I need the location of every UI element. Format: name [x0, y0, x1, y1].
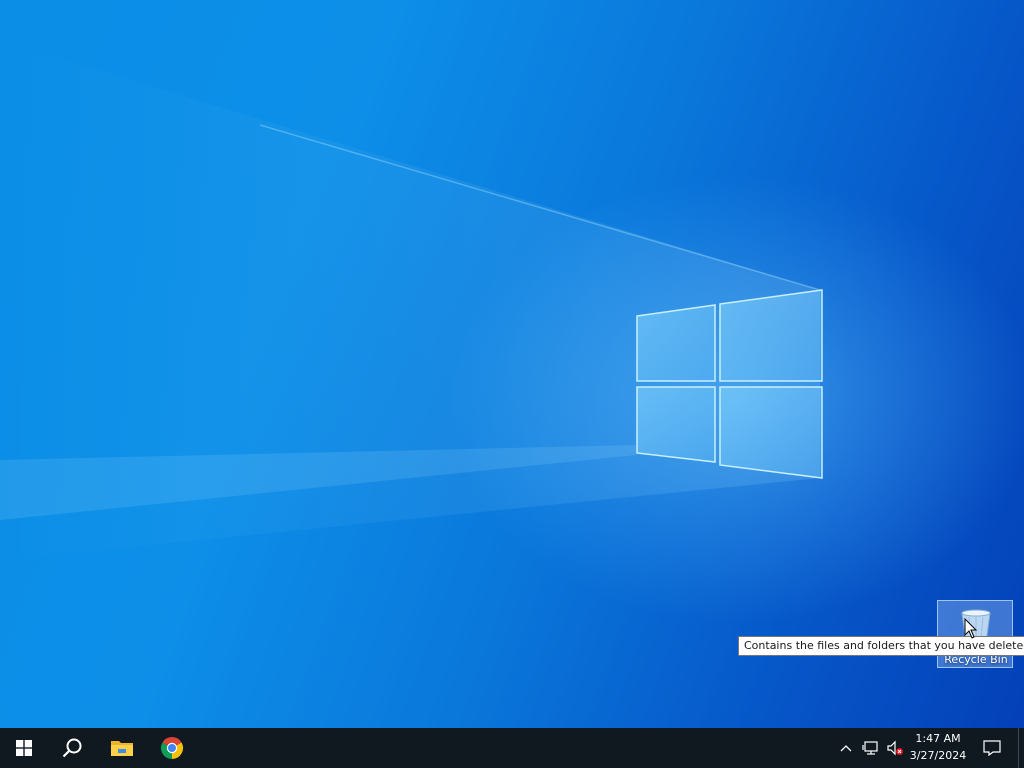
- taskbar-app-file-explorer[interactable]: [98, 728, 146, 768]
- show-desktop-button[interactable]: [1018, 728, 1024, 768]
- search-icon: [62, 738, 82, 758]
- taskbar: 1:47 AM 3/27/2024: [0, 728, 1024, 768]
- start-button[interactable]: [0, 728, 48, 768]
- action-center-icon: [983, 740, 1001, 756]
- action-center-button[interactable]: [978, 728, 1006, 768]
- tray-volume-button[interactable]: [884, 728, 906, 768]
- taskbar-clock[interactable]: 1:47 AM 3/27/2024: [906, 728, 970, 768]
- tray-network-button[interactable]: [860, 728, 882, 768]
- search-button[interactable]: [48, 728, 96, 768]
- tray-overflow-button[interactable]: [836, 728, 856, 768]
- wallpaper-windows-logo: [0, 40, 823, 560]
- chrome-icon: [160, 737, 184, 759]
- mouse-cursor-icon: [964, 618, 978, 639]
- volume-muted-icon: [887, 740, 903, 756]
- windows-logo-icon: [16, 740, 32, 756]
- chevron-up-icon: [840, 745, 852, 752]
- desktop-background[interactable]: Recycle Bin Contains the files and folde…: [0, 0, 1024, 728]
- network-icon: [862, 741, 878, 755]
- file-explorer-icon: [111, 741, 133, 756]
- taskbar-app-chrome[interactable]: [148, 728, 196, 768]
- recycle-bin-tooltip: Contains the files and folders that you …: [738, 636, 1024, 656]
- clock-time: 1:47 AM: [915, 732, 961, 745]
- clock-date: 3/27/2024: [909, 749, 967, 762]
